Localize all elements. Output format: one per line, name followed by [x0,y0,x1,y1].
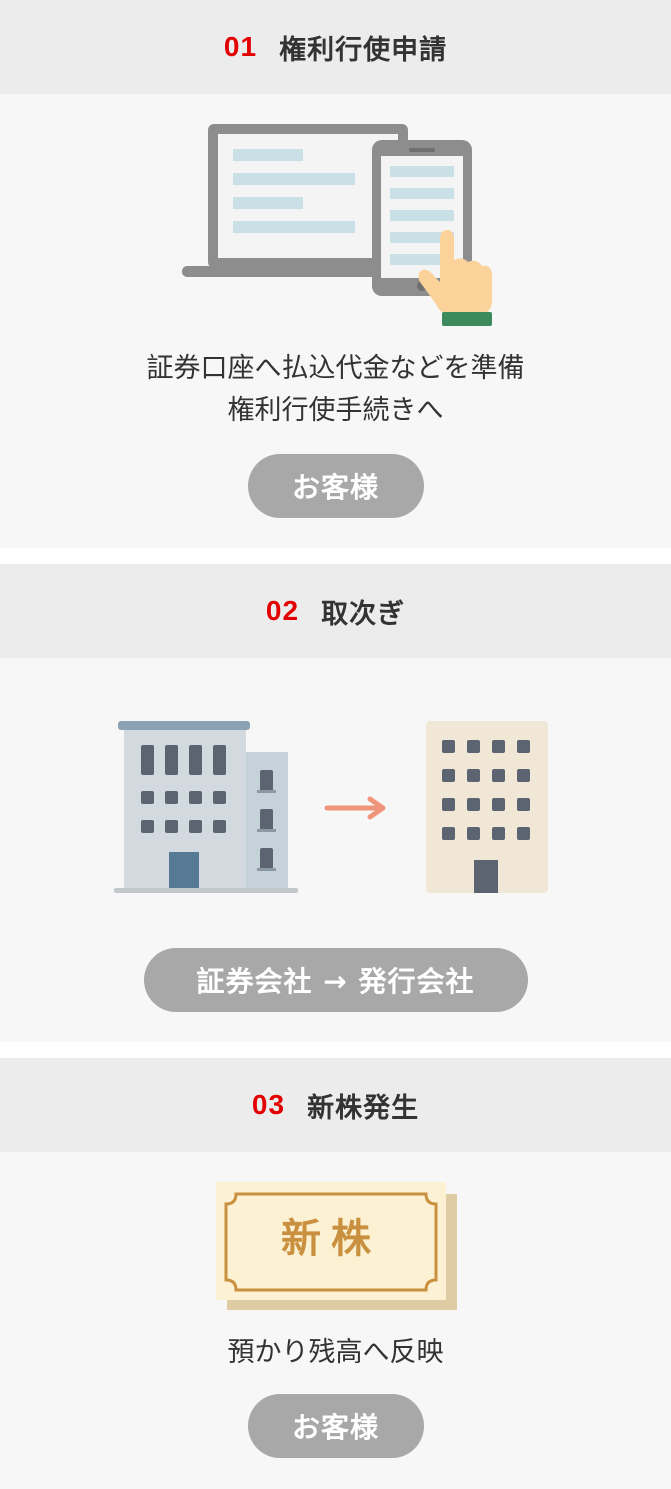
securities-company-building-icon [114,721,298,893]
arrow-right-icon [324,796,386,820]
actor-badge-customer: お客様 [247,454,424,518]
certificate-label: 新株 [281,1216,381,1262]
step-03-description: 預かり残高へ反映 [0,1332,671,1374]
description-line-1: 預かり残高へ反映 [227,1337,444,1368]
issuing-company-building-icon [426,721,548,893]
step-01: 01 権利行使申請 証券口座へ払込代金などを準備 権利行使手続きへ お客様 [0,0,671,548]
description-line-1: 証券口座へ払込代金などを準備 [146,353,525,384]
flow-badge: 証券会社 → 発行会社 [143,948,528,1012]
step-01-description: 証券口座へ払込代金などを準備 権利行使手続きへ [0,348,671,432]
step-02: 02 取次ぎ 証券会社 → 発行会社 [0,564,671,1042]
actor-badge-customer: お客様 [247,1394,424,1458]
step-03: 03 新株発生 新株 預かり残高へ反映 お客様 [0,1058,671,1489]
description-line-2: 権利行使手続きへ [227,395,444,426]
